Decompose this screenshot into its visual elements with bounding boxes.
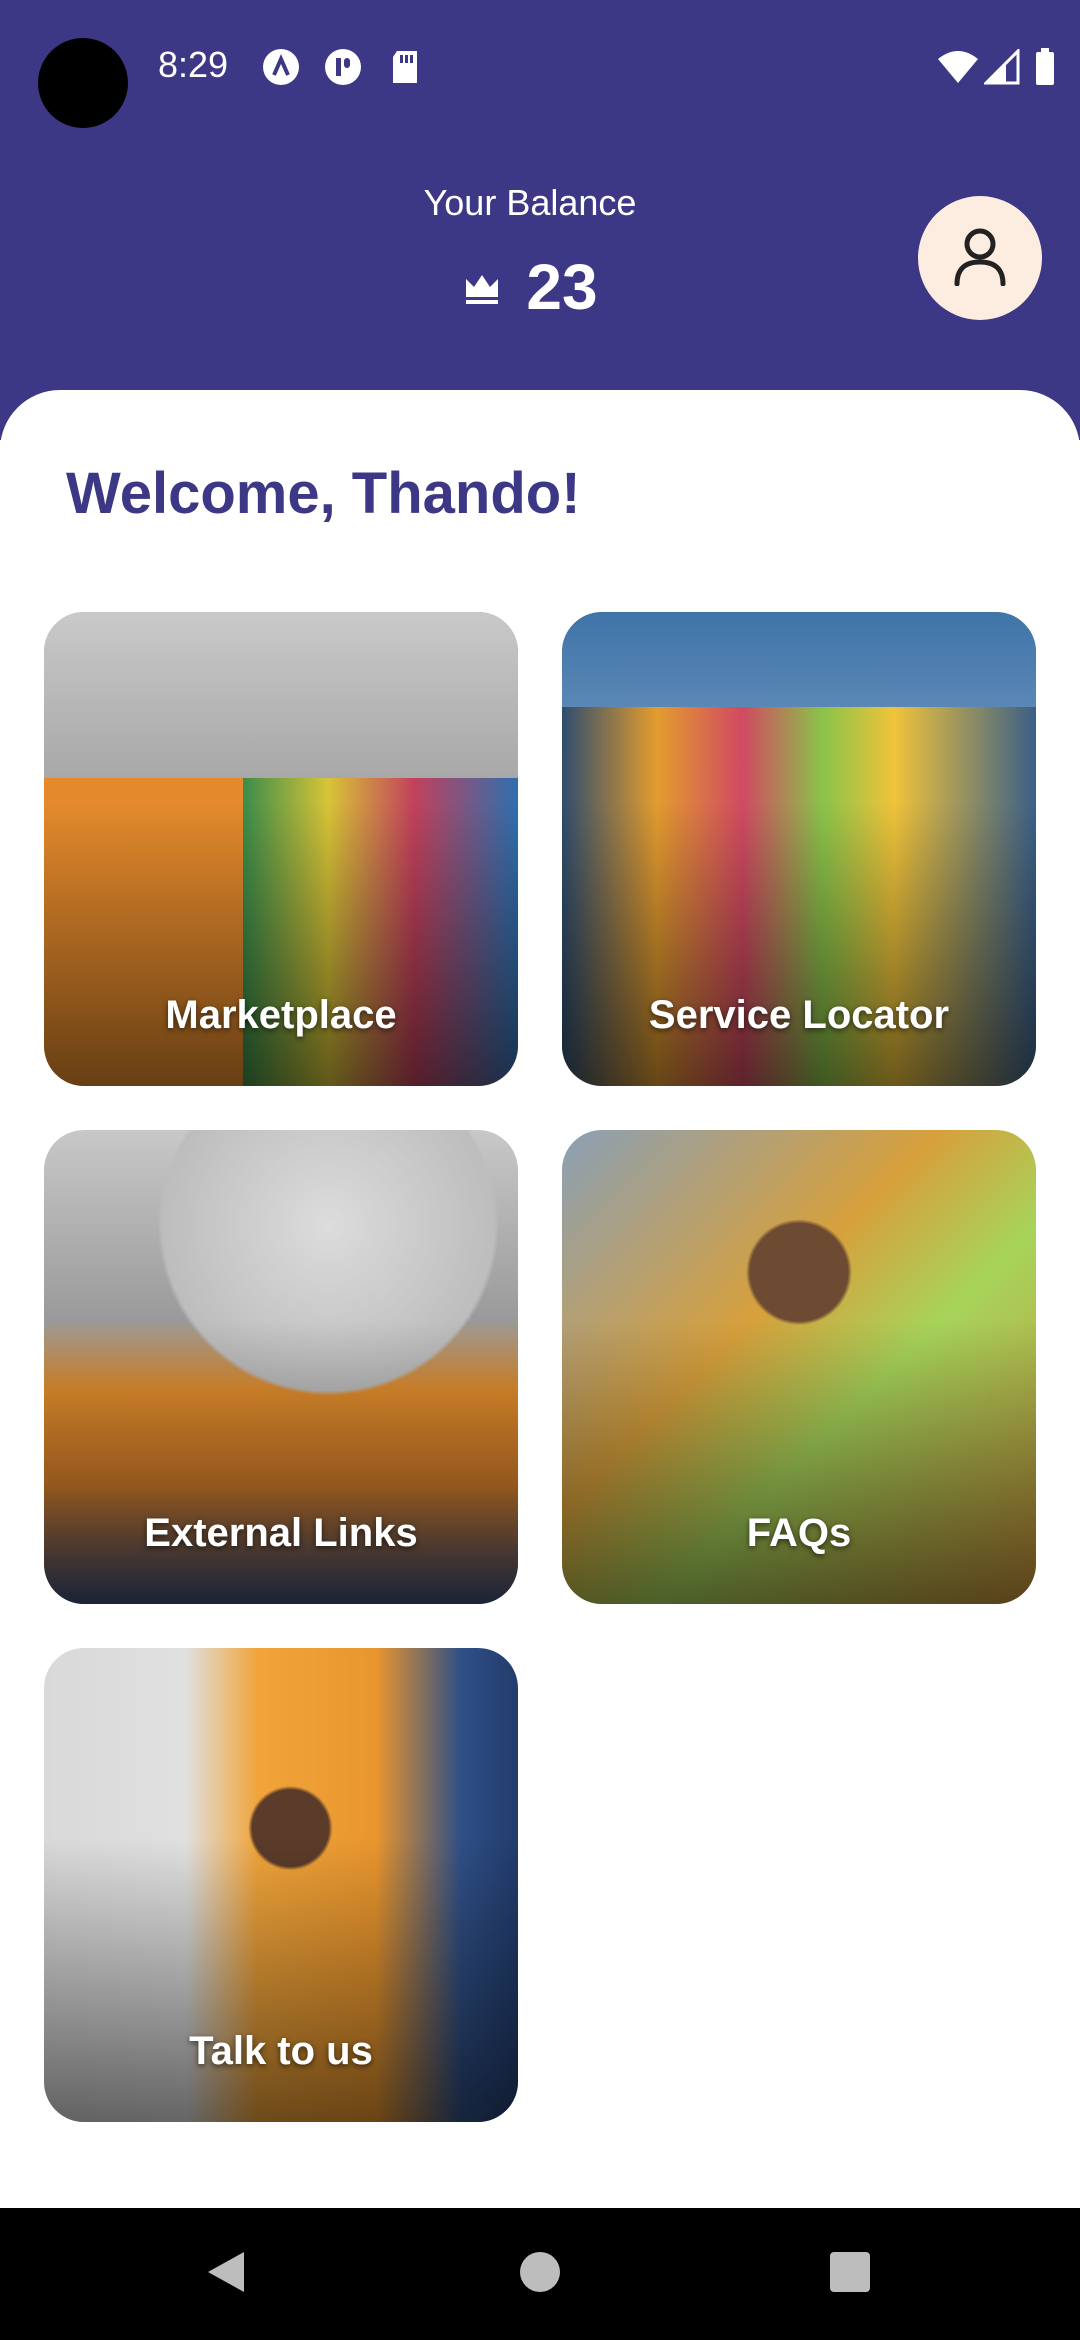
battery-icon bbox=[1030, 48, 1060, 86]
tile-marketplace[interactable]: Marketplace bbox=[44, 612, 518, 1086]
tile-label: FAQs bbox=[746, 1511, 852, 1555]
status-bar: 8:29 bbox=[0, 0, 1080, 140]
balance-value: 23 bbox=[526, 251, 598, 323]
tile-faqs[interactable]: FAQs bbox=[562, 1130, 1036, 1604]
welcome-heading: Welcome, Thando! bbox=[66, 461, 581, 526]
camera-cutout bbox=[38, 38, 128, 128]
recents-icon bbox=[828, 2250, 872, 2299]
wifi-icon bbox=[936, 48, 980, 86]
home-screen: 8:29 Your Balance 23 Welcome, Thando! Ma… bbox=[0, 0, 1080, 2340]
tile-label: External Links bbox=[144, 1511, 418, 1555]
home-button[interactable] bbox=[480, 2208, 600, 2340]
p-icon bbox=[324, 48, 362, 86]
tile-talk-to-us[interactable]: Talk to us bbox=[44, 1648, 518, 2122]
status-time: 8:29 bbox=[158, 44, 229, 85]
tile-external-links[interactable]: External Links bbox=[44, 1130, 518, 1604]
signal-icon bbox=[982, 48, 1022, 86]
navigation-bar bbox=[0, 2208, 1080, 2340]
recents-button[interactable] bbox=[790, 2208, 910, 2340]
person-icon bbox=[952, 226, 1008, 291]
back-icon bbox=[204, 2248, 248, 2301]
back-button[interactable] bbox=[166, 2208, 286, 2340]
tile-label: Service Locator bbox=[648, 993, 950, 1037]
sd-card-icon bbox=[386, 48, 424, 86]
home-content: Welcome, Thando! Marketplace Service Loc… bbox=[0, 390, 1080, 2210]
tile-label: Talk to us bbox=[189, 2029, 373, 2073]
a-icon bbox=[262, 48, 300, 86]
tile-label: Marketplace bbox=[165, 993, 397, 1037]
crown-icon bbox=[462, 267, 502, 307]
profile-button[interactable] bbox=[918, 196, 1042, 320]
tile-service-locator[interactable]: Service Locator bbox=[562, 612, 1036, 1086]
home-icon bbox=[518, 2250, 562, 2299]
balance-label: Your Balance bbox=[423, 182, 637, 223]
balance-header: 8:29 Your Balance 23 bbox=[0, 0, 1080, 440]
balance-display: 23 bbox=[0, 250, 1060, 324]
